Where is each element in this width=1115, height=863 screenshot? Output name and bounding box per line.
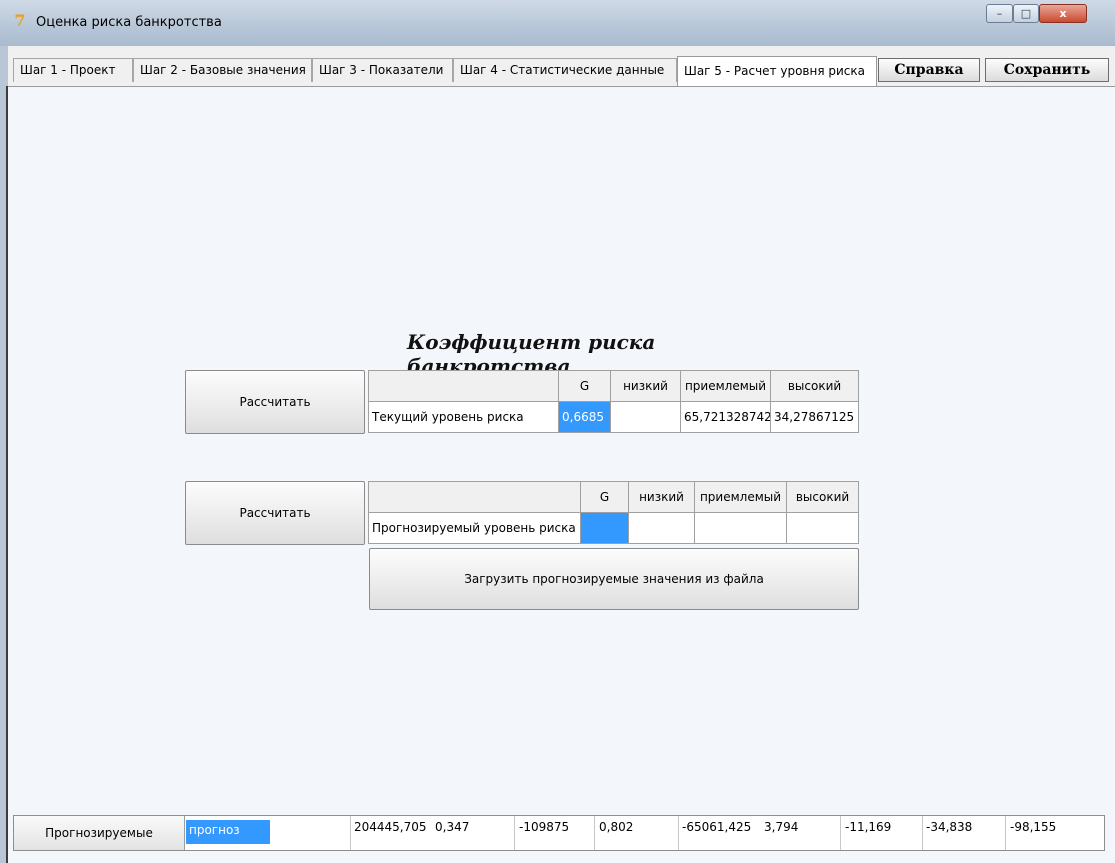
forecast-cell[interactable]: -109875 <box>519 818 569 848</box>
column-header-acceptable: приемлемый <box>694 481 787 513</box>
forecast-values-label: Прогнозируемые <box>14 816 185 850</box>
table-row: Прогнозируемый уровень риска <box>368 512 859 544</box>
forecast-cell[interactable]: -34,838 <box>926 818 972 848</box>
forecast-cell[interactable]: -65061,425 <box>682 818 751 848</box>
title-bar: 7 Оценка риска банкротства – □ x <box>0 0 1115 46</box>
calculate-forecast-button[interactable]: Рассчитать <box>185 481 365 545</box>
high-value-cell[interactable] <box>786 512 859 544</box>
tab-strip: Шаг 1 - Проект Шаг 2 - Базовые значения … <box>8 46 1115 86</box>
g-value-cell[interactable] <box>580 512 629 544</box>
forecast-cell[interactable]: 0,347 <box>435 818 469 848</box>
g-value-cell[interactable]: 0,6685 <box>558 401 611 433</box>
column-header-high: высокий <box>770 370 859 402</box>
table-header-row: G низкий приемлемый высокий <box>368 481 859 513</box>
current-risk-table: G низкий приемлемый высокий Текущий уров… <box>368 370 859 433</box>
forecast-risk-table: G низкий приемлемый высокий Прогнозируем… <box>368 481 859 544</box>
column-header <box>368 370 559 402</box>
help-button[interactable]: Справка <box>878 58 980 82</box>
forecast-cell[interactable]: -11,169 <box>845 818 891 848</box>
column-header-low: низкий <box>610 370 681 402</box>
minimize-button[interactable]: – <box>986 4 1013 23</box>
maximize-button[interactable]: □ <box>1013 4 1039 23</box>
low-value-cell[interactable] <box>628 512 695 544</box>
forecast-cell[interactable]: 204445,705 <box>354 818 427 848</box>
tab-step-4[interactable]: Шаг 4 - Статистические данные <box>453 58 677 82</box>
tab-step-3[interactable]: Шаг 3 - Показатели <box>312 58 453 82</box>
app-logo-icon: 7 <box>14 11 26 30</box>
row-label: Прогнозируемый уровень риска <box>368 512 581 544</box>
row-label: Текущий уровень риска <box>368 401 559 433</box>
low-value-cell[interactable] <box>610 401 681 433</box>
column-header-acceptable: приемлемый <box>680 370 771 402</box>
high-value-cell[interactable]: 34,27867125 <box>770 401 859 433</box>
forecast-cell-selected[interactable]: прогноз <box>186 820 270 844</box>
forecast-values-row: Прогнозируемые прогноз 204445,705 0,347 … <box>13 815 1105 851</box>
window-title: Оценка риска банкротства <box>36 15 222 30</box>
column-header <box>368 481 581 513</box>
column-header-low: низкий <box>628 481 695 513</box>
tab-step-1[interactable]: Шаг 1 - Проект <box>13 58 133 82</box>
column-header-g: G <box>558 370 611 402</box>
tab-step-5[interactable]: Шаг 5 - Расчет уровня риска <box>677 56 877 86</box>
column-header-g: G <box>580 481 629 513</box>
content-panel <box>8 86 1115 863</box>
tab-step-2[interactable]: Шаг 2 - Базовые значения <box>133 58 312 82</box>
acceptable-value-cell[interactable]: 65,721328742 <box>680 401 771 433</box>
forecast-cell[interactable]: -98,155 <box>1010 818 1056 848</box>
table-row: Текущий уровень риска 0,6685 65,72132874… <box>368 401 859 433</box>
table-header-row: G низкий приемлемый высокий <box>368 370 859 402</box>
calculate-current-button[interactable]: Рассчитать <box>185 370 365 434</box>
load-forecast-from-file-button[interactable]: Загрузить прогнозируемые значения из фай… <box>369 548 859 610</box>
forecast-cell[interactable]: 3,794 <box>764 818 798 848</box>
acceptable-value-cell[interactable] <box>694 512 787 544</box>
save-button[interactable]: Сохранить <box>985 58 1109 82</box>
close-button[interactable]: x <box>1039 4 1087 23</box>
window-left-border <box>0 46 8 863</box>
forecast-cell[interactable]: 0,802 <box>599 818 633 848</box>
column-header-high: высокий <box>786 481 859 513</box>
